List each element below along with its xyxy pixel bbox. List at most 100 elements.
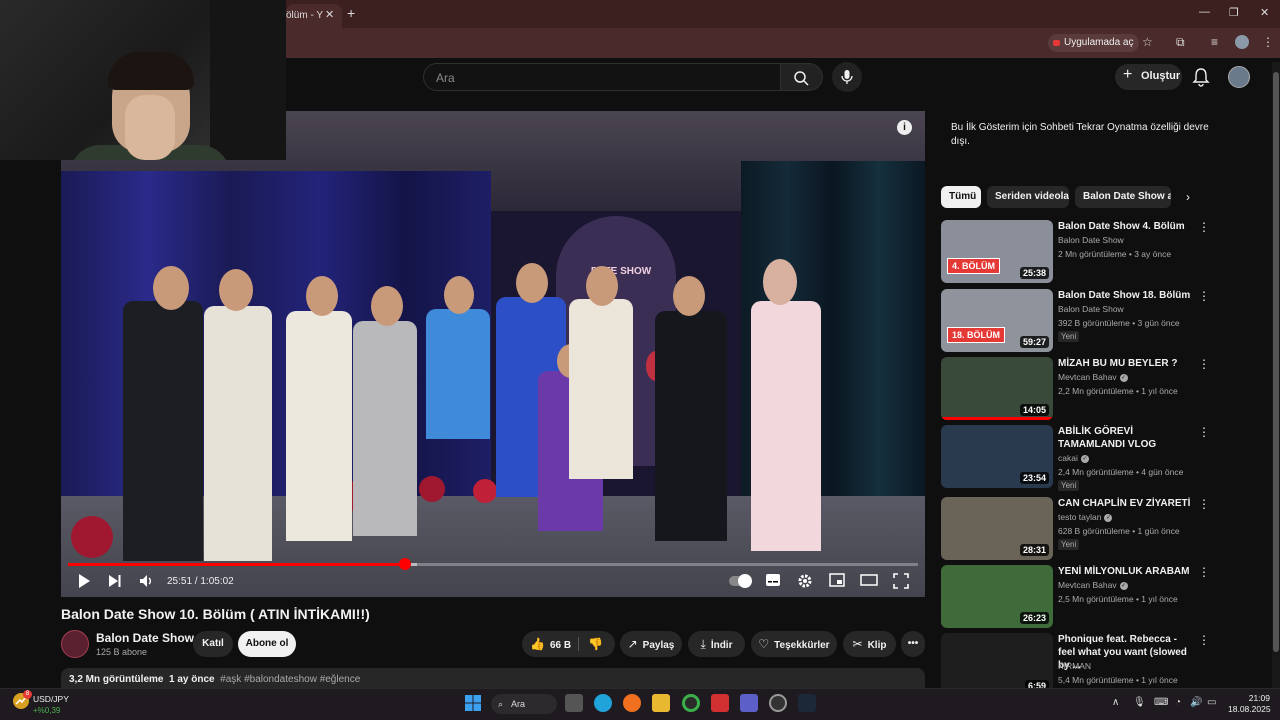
thanks-button[interactable]: ♡ Teşekkürler (751, 631, 837, 657)
window-maximize-icon[interactable]: ❐ (1229, 6, 1239, 19)
recommendation-channel[interactable]: Mevtcan Bahav ✓ (1058, 580, 1128, 590)
more-options-icon[interactable]: ⋮ (1198, 220, 1210, 234)
taskbar-search[interactable]: ⌕ Ara (491, 694, 557, 714)
video-thumbnail[interactable]: 18. BÖLÜM 59:27 (941, 289, 1053, 352)
chip-all[interactable]: Tümü (941, 186, 981, 208)
like-button[interactable]: 👍 66 B (530, 637, 571, 651)
recommendation-title[interactable]: CAN CHAPLİN EV ZİYARETİ (1058, 497, 1193, 510)
join-button[interactable]: Katıl (193, 631, 233, 657)
steam-icon[interactable] (798, 694, 816, 712)
keyboard-icon[interactable]: ⌨ (1154, 697, 1168, 708)
search-input[interactable]: Ara (423, 63, 781, 91)
extensions-icon[interactable]: ⧉ (1176, 35, 1185, 50)
stock-widget[interactable]: 8 (12, 690, 32, 715)
theater-mode-button[interactable] (860, 573, 878, 590)
window-close-icon[interactable]: ✕ (1260, 6, 1269, 19)
fullscreen-button[interactable] (893, 573, 909, 592)
recorder-app-icon[interactable] (711, 694, 729, 712)
window-minimize-icon[interactable]: — (1199, 6, 1210, 18)
video-thumbnail[interactable]: 26:23 (941, 565, 1053, 628)
recommendation-channel[interactable]: testo taylan ✓ (1058, 512, 1113, 522)
account-avatar[interactable] (1228, 66, 1250, 88)
play-button[interactable] (77, 573, 91, 592)
settings-button[interactable] (797, 573, 813, 592)
file-explorer-icon[interactable] (652, 694, 670, 712)
scrollbar-thumb[interactable] (1273, 72, 1279, 652)
chip-series[interactable]: Seriden videolar (987, 186, 1069, 208)
next-button[interactable] (108, 573, 122, 592)
more-actions-button[interactable]: ••• (901, 631, 925, 657)
edge-browser-icon[interactable] (594, 694, 612, 712)
chevron-right-icon[interactable]: › (1186, 190, 1190, 204)
new-tab-button[interactable]: + (347, 5, 355, 21)
more-options-icon[interactable]: ⋮ (1198, 633, 1210, 647)
recommendation-channel[interactable]: cakai ✓ (1058, 453, 1089, 463)
more-options-icon[interactable]: ⋮ (1198, 425, 1210, 439)
browser-menu-icon[interactable]: ⋮ (1262, 35, 1274, 49)
task-view-icon[interactable] (565, 694, 583, 712)
video-player[interactable]: DATE SHOW i 25:51 / 1:05:02 (61, 111, 925, 597)
profile-avatar-icon[interactable] (1235, 35, 1249, 49)
recommendation-title[interactable]: Balon Date Show 4. Bölüm (1058, 220, 1193, 233)
progress-bar[interactable] (68, 558, 918, 570)
volume-icon[interactable]: 🔊 (1190, 697, 1202, 708)
hashtags[interactable]: #aşk #balondateshow #eğlence (220, 674, 360, 685)
notifications-button[interactable] (1192, 67, 1210, 87)
recommendation-item[interactable]: 26:23 YENİ MİLYONLUK ARABAM Mevtcan Bahav ✓… (941, 565, 1216, 629)
info-icon[interactable]: i (897, 120, 912, 135)
more-options-icon[interactable]: ⋮ (1198, 565, 1210, 579)
recommendation-title[interactable]: MİZAH BU MU BEYLER ? (1058, 357, 1193, 370)
tray-overflow-icon[interactable]: ∧ (1112, 697, 1119, 708)
channel-avatar[interactable] (61, 630, 89, 658)
voice-search-button[interactable] (832, 62, 862, 92)
open-in-app-button[interactable]: Uygulamada aç (1048, 34, 1140, 52)
recommendation-channel[interactable]: KIRMAN (1058, 661, 1091, 671)
recommendation-item[interactable]: 4. BÖLÜM 25:38 Balon Date Show 4. Bölüm Bal… (941, 220, 1216, 284)
bookmark-star-icon[interactable]: ☆ (1142, 35, 1153, 49)
system-clock[interactable]: 21:09 18.08.2025 (1228, 693, 1271, 715)
battery-icon[interactable]: ▭ (1207, 697, 1216, 708)
recommendation-item[interactable]: 23:54 ABİLİK GÖREVİ TAMAMLANDI VLOG cakai ✓… (941, 425, 1216, 491)
chip-channel[interactable]: Balon Date Show adl (1075, 186, 1171, 208)
autoplay-toggle[interactable] (729, 574, 752, 588)
recommendation-title[interactable]: Balon Date Show 18. Bölüm (1058, 289, 1193, 302)
video-thumbnail[interactable]: 6:59 (941, 633, 1053, 696)
video-thumbnail[interactable]: 14:05 (941, 357, 1053, 420)
windows-start-button[interactable] (464, 694, 482, 712)
description-box[interactable]: 3,2 Mn görüntüleme 1 ay önce #aşk #balon… (61, 668, 925, 690)
share-button[interactable]: ↗ Paylaş (620, 631, 682, 657)
clip-button[interactable]: ✂ Klip (843, 631, 896, 657)
recommendation-channel[interactable]: Balon Date Show (1058, 304, 1124, 314)
search-button[interactable] (781, 63, 823, 91)
volume-button[interactable] (139, 573, 155, 592)
microphone-icon[interactable]: 🎙 (1133, 697, 1146, 708)
video-thumbnail[interactable]: 28:31 (941, 497, 1053, 560)
more-options-icon[interactable]: ⋮ (1198, 497, 1210, 511)
recommendation-channel[interactable]: Mevtcan Bahav ✓ (1058, 372, 1128, 382)
browser-tab[interactable]: ölüm - Y ✕ (286, 4, 342, 28)
subtitles-button[interactable] (765, 573, 781, 590)
create-button[interactable]: + Oluştur (1115, 64, 1182, 90)
channel-name[interactable]: Balon Date Show (96, 631, 194, 645)
recommendation-item[interactable]: 14:05 MİZAH BU MU BEYLER ? Mevtcan Bahav ✓ 2… (941, 357, 1216, 421)
recommendation-item[interactable]: 18. BÖLÜM 59:27 Balon Date Show 18. Bölüm B… (941, 289, 1216, 353)
video-thumbnail[interactable]: 23:54 (941, 425, 1053, 488)
teams-icon[interactable] (740, 694, 758, 712)
media-controls-icon[interactable]: ≡ (1211, 35, 1218, 49)
recommendation-title[interactable]: ABİLİK GÖREVİ TAMAMLANDI VLOG (1058, 425, 1193, 451)
recommendation-item[interactable]: 28:31 CAN CHAPLİN EV ZİYARETİ testo taylan… (941, 497, 1216, 561)
recommendation-channel[interactable]: Balon Date Show (1058, 235, 1124, 245)
more-options-icon[interactable]: ⋮ (1198, 357, 1210, 371)
wifi-icon[interactable]: ◔ (1175, 697, 1181, 708)
subscribe-button[interactable]: Abone ol (238, 631, 296, 657)
dislike-button[interactable]: 👎 (588, 631, 608, 659)
more-options-icon[interactable]: ⋮ (1198, 289, 1210, 303)
app-icon[interactable] (769, 694, 787, 712)
miniplayer-button[interactable] (829, 573, 845, 590)
video-thumbnail[interactable]: 4. BÖLÜM 25:38 (941, 220, 1053, 283)
recommendation-title[interactable]: YENİ MİLYONLUK ARABAM (1058, 565, 1193, 578)
chrome-icon[interactable] (682, 694, 700, 712)
tab-close-icon[interactable]: ✕ (325, 8, 334, 21)
download-button[interactable]: ⤓ İndir (688, 631, 745, 657)
firefox-icon[interactable] (623, 694, 641, 712)
